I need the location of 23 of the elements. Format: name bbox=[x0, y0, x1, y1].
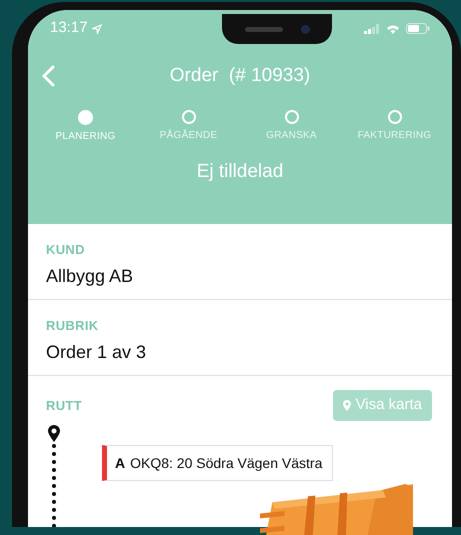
battery-icon bbox=[406, 23, 430, 34]
camera-lens bbox=[300, 24, 310, 34]
speaker-grille bbox=[244, 26, 282, 32]
field-label: RUBRIK bbox=[46, 317, 99, 335]
map-pin-icon bbox=[48, 425, 60, 442]
screen-title: Order (# 10933) bbox=[170, 64, 310, 88]
stop-letter: A bbox=[115, 454, 126, 472]
wifi-icon bbox=[386, 24, 400, 34]
field-label: RUTT bbox=[46, 397, 82, 415]
step-label: PÅGÅENDE bbox=[160, 128, 218, 143]
step-label: PLANERING bbox=[55, 130, 116, 144]
location-arrow-icon bbox=[92, 24, 102, 34]
status-time: 13:17 bbox=[50, 18, 88, 38]
signal-icon bbox=[364, 24, 380, 34]
field-label: KUND bbox=[46, 241, 85, 259]
field-value: Allbygg AB bbox=[46, 265, 134, 288]
map-pin-icon bbox=[342, 400, 351, 411]
stop-address: OKQ8: 20 Södra Vägen Västra bbox=[130, 454, 322, 473]
field-value: Order 1 av 3 bbox=[46, 341, 146, 364]
step-label: FAKTURERING bbox=[358, 129, 432, 143]
step-label: GRANSKA bbox=[266, 129, 317, 143]
assignment-status: Ej tilldelad bbox=[196, 160, 284, 184]
route-stop-card[interactable]: A OKQ8: 20 Södra Vägen Västra bbox=[102, 445, 334, 481]
